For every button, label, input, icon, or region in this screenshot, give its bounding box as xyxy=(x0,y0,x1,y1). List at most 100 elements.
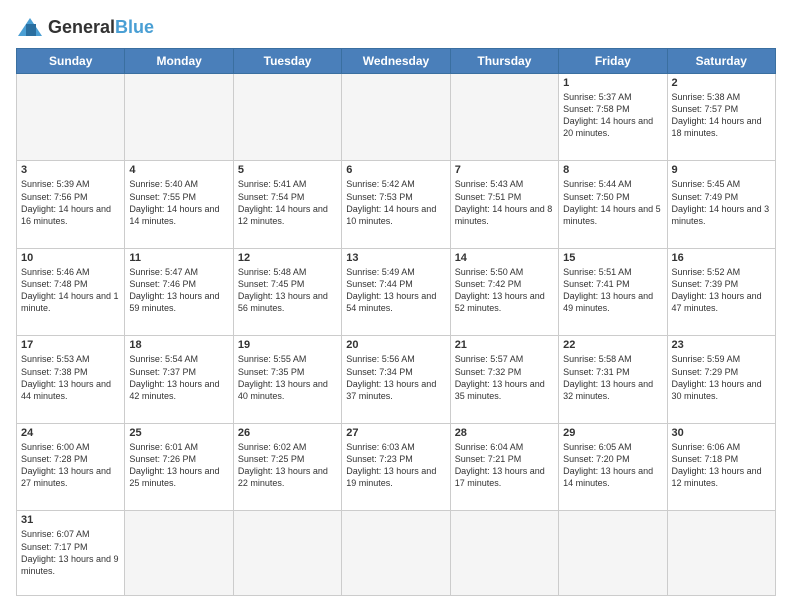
calendar-cell: 6Sunrise: 5:42 AM Sunset: 7:53 PM Daylig… xyxy=(342,161,450,248)
day-info: Sunrise: 5:43 AM Sunset: 7:51 PM Dayligh… xyxy=(455,178,554,227)
day-number: 11 xyxy=(129,252,228,264)
day-number: 15 xyxy=(563,252,662,264)
day-info: Sunrise: 5:42 AM Sunset: 7:53 PM Dayligh… xyxy=(346,178,445,227)
calendar-cell: 30 Sunrise: 6:06 AM Sunset: 7:18 PM Dayli… xyxy=(667,423,775,510)
calendar-week-row: 24Sunrise: 6:00 AM Sunset: 7:28 PM Dayli… xyxy=(17,423,776,510)
day-info: Sunrise: 5:53 AM Sunset: 7:38 PM Dayligh… xyxy=(21,353,120,402)
day-info: Sunrise: 5:41 AM Sunset: 7:54 PM Dayligh… xyxy=(238,178,337,227)
day-info: Sunrise: 5:51 AM Sunset: 7:41 PM Dayligh… xyxy=(563,266,662,315)
header: GeneralBlue xyxy=(16,16,776,38)
day-number: 7 xyxy=(455,164,554,176)
calendar-cell: 14 Sunrise: 5:50 AM Sunset: 7:42 PM Dayli… xyxy=(450,248,558,335)
day-info: Sunrise: 5:49 AM Sunset: 7:44 PM Dayligh… xyxy=(346,266,445,315)
calendar-day-header: Sunday xyxy=(17,49,125,74)
day-info: Sunrise: 5:57 AM Sunset: 7:32 PM Dayligh… xyxy=(455,353,554,402)
day-info: Sunrise: 5:47 AM Sunset: 7:46 PM Dayligh… xyxy=(129,266,228,315)
calendar-cell: 11 Sunrise: 5:47 AM Sunset: 7:46 PM Dayli… xyxy=(125,248,233,335)
calendar-cell: 5 Sunrise: 5:41 AM Sunset: 7:54 PM Daylig… xyxy=(233,161,341,248)
day-number: 18 xyxy=(129,339,228,351)
calendar-week-row: 17 Sunrise: 5:53 AM Sunset: 7:38 PM Dayli… xyxy=(17,336,776,423)
day-number: 27 xyxy=(346,427,445,439)
day-info: Sunrise: 6:06 AM Sunset: 7:18 PM Dayligh… xyxy=(672,441,771,490)
calendar-week-row: 10 Sunrise: 5:46 AM Sunset: 7:48 PM Dayli… xyxy=(17,248,776,335)
calendar-cell: 16 Sunrise: 5:52 AM Sunset: 7:39 PM Dayli… xyxy=(667,248,775,335)
calendar-cell: 19 Sunrise: 5:55 AM Sunset: 7:35 PM Dayli… xyxy=(233,336,341,423)
calendar-cell: 22 Sunrise: 5:58 AM Sunset: 7:31 PM Dayli… xyxy=(559,336,667,423)
calendar-cell xyxy=(667,511,775,596)
day-number: 20 xyxy=(346,339,445,351)
day-info: Sunrise: 5:38 AM Sunset: 7:57 PM Dayligh… xyxy=(672,91,771,140)
logo-icon xyxy=(16,16,44,38)
calendar-cell xyxy=(233,74,341,161)
calendar-cell xyxy=(342,511,450,596)
day-info: Sunrise: 5:48 AM Sunset: 7:45 PM Dayligh… xyxy=(238,266,337,315)
calendar-cell xyxy=(559,511,667,596)
calendar-cell: 2 Sunrise: 5:38 AM Sunset: 7:57 PM Daylig… xyxy=(667,74,775,161)
day-number: 22 xyxy=(563,339,662,351)
calendar-cell: 9 Sunrise: 5:45 AM Sunset: 7:49 PM Daylig… xyxy=(667,161,775,248)
day-info: Sunrise: 5:52 AM Sunset: 7:39 PM Dayligh… xyxy=(672,266,771,315)
calendar-cell: 20 Sunrise: 5:56 AM Sunset: 7:34 PM Dayli… xyxy=(342,336,450,423)
calendar-cell xyxy=(450,511,558,596)
calendar-cell: 23 Sunrise: 5:59 AM Sunset: 7:29 PM Dayli… xyxy=(667,336,775,423)
calendar-week-row: 1Sunrise: 5:37 AM Sunset: 7:58 PM Daylig… xyxy=(17,74,776,161)
day-number: 29 xyxy=(563,427,662,439)
calendar-header-row: SundayMondayTuesdayWednesdayThursdayFrid… xyxy=(17,49,776,74)
logo-text: GeneralBlue xyxy=(48,17,154,38)
day-info: Sunrise: 5:45 AM Sunset: 7:49 PM Dayligh… xyxy=(672,178,771,227)
day-info: Sunrise: 5:37 AM Sunset: 7:58 PM Dayligh… xyxy=(563,91,662,140)
day-number: 10 xyxy=(21,252,120,264)
day-number: 31 xyxy=(21,514,120,526)
calendar-cell xyxy=(450,74,558,161)
day-info: Sunrise: 5:46 AM Sunset: 7:48 PM Dayligh… xyxy=(21,266,120,315)
calendar-day-header: Wednesday xyxy=(342,49,450,74)
calendar-day-header: Tuesday xyxy=(233,49,341,74)
day-number: 5 xyxy=(238,164,337,176)
day-number: 14 xyxy=(455,252,554,264)
day-info: Sunrise: 6:00 AM Sunset: 7:28 PM Dayligh… xyxy=(21,441,120,490)
calendar-cell: 10 Sunrise: 5:46 AM Sunset: 7:48 PM Dayli… xyxy=(17,248,125,335)
day-number: 8 xyxy=(563,164,662,176)
day-number: 19 xyxy=(238,339,337,351)
calendar-cell xyxy=(233,511,341,596)
calendar-day-header: Monday xyxy=(125,49,233,74)
day-info: Sunrise: 6:02 AM Sunset: 7:25 PM Dayligh… xyxy=(238,441,337,490)
day-info: Sunrise: 6:07 AM Sunset: 7:17 PM Dayligh… xyxy=(21,528,120,577)
calendar-cell xyxy=(125,511,233,596)
calendar-cell: 24Sunrise: 6:00 AM Sunset: 7:28 PM Dayli… xyxy=(17,423,125,510)
day-info: Sunrise: 5:50 AM Sunset: 7:42 PM Dayligh… xyxy=(455,266,554,315)
day-number: 2 xyxy=(672,77,771,89)
calendar-cell: 31 Sunrise: 6:07 AM Sunset: 7:17 PM Dayli… xyxy=(17,511,125,596)
calendar-week-row: 3 Sunrise: 5:39 AM Sunset: 7:56 PM Daylig… xyxy=(17,161,776,248)
day-info: Sunrise: 5:56 AM Sunset: 7:34 PM Dayligh… xyxy=(346,353,445,402)
calendar-cell: 18Sunrise: 5:54 AM Sunset: 7:37 PM Dayli… xyxy=(125,336,233,423)
day-number: 12 xyxy=(238,252,337,264)
day-info: Sunrise: 5:39 AM Sunset: 7:56 PM Dayligh… xyxy=(21,178,120,227)
calendar-cell: 28Sunrise: 6:04 AM Sunset: 7:21 PM Dayli… xyxy=(450,423,558,510)
day-info: Sunrise: 6:01 AM Sunset: 7:26 PM Dayligh… xyxy=(129,441,228,490)
calendar-cell: 25 Sunrise: 6:01 AM Sunset: 7:26 PM Dayli… xyxy=(125,423,233,510)
calendar-cell: 15 Sunrise: 5:51 AM Sunset: 7:41 PM Dayli… xyxy=(559,248,667,335)
calendar-cell: 17 Sunrise: 5:53 AM Sunset: 7:38 PM Dayli… xyxy=(17,336,125,423)
calendar-day-header: Friday xyxy=(559,49,667,74)
calendar-cell: 21Sunrise: 5:57 AM Sunset: 7:32 PM Dayli… xyxy=(450,336,558,423)
day-number: 16 xyxy=(672,252,771,264)
day-info: Sunrise: 5:58 AM Sunset: 7:31 PM Dayligh… xyxy=(563,353,662,402)
day-info: Sunrise: 5:55 AM Sunset: 7:35 PM Dayligh… xyxy=(238,353,337,402)
calendar-cell xyxy=(342,74,450,161)
day-number: 28 xyxy=(455,427,554,439)
day-number: 26 xyxy=(238,427,337,439)
day-number: 9 xyxy=(672,164,771,176)
day-info: Sunrise: 5:59 AM Sunset: 7:29 PM Dayligh… xyxy=(672,353,771,402)
day-number: 3 xyxy=(21,164,120,176)
calendar-cell: 4Sunrise: 5:40 AM Sunset: 7:55 PM Daylig… xyxy=(125,161,233,248)
calendar-cell: 8Sunrise: 5:44 AM Sunset: 7:50 PM Daylig… xyxy=(559,161,667,248)
day-number: 25 xyxy=(129,427,228,439)
logo: GeneralBlue xyxy=(16,16,154,38)
calendar-cell xyxy=(125,74,233,161)
day-number: 17 xyxy=(21,339,120,351)
calendar-week-row: 31 Sunrise: 6:07 AM Sunset: 7:17 PM Dayli… xyxy=(17,511,776,596)
day-number: 30 xyxy=(672,427,771,439)
calendar-cell: 1Sunrise: 5:37 AM Sunset: 7:58 PM Daylig… xyxy=(559,74,667,161)
day-number: 23 xyxy=(672,339,771,351)
